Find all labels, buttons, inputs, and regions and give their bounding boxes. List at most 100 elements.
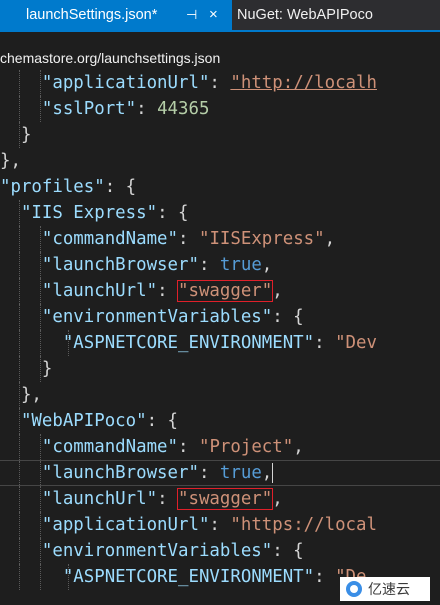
code-line: "launchUrl": "swagger", (0, 278, 440, 304)
tab-nuget-label: NuGet: WebAPIPoco (237, 7, 373, 23)
code-line: } (0, 122, 440, 148)
separator: : { (146, 411, 179, 431)
indent-guide (40, 512, 41, 538)
json-url-value: "https://local (230, 515, 377, 535)
separator: : (198, 463, 220, 483)
json-key: "applicationUrl" (41, 515, 210, 535)
separator: : (314, 333, 336, 353)
json-key: "ASPNETCORE_ENVIRONMENT" (62, 333, 315, 353)
document-tab-bar: launchSettings.json* ⊣ × NuGet: WebAPIPo… (0, 0, 440, 32)
indent-guide (19, 304, 20, 330)
indent-guide (19, 226, 20, 252)
brace: }, (0, 385, 42, 405)
tab-nuget[interactable]: NuGet: WebAPIPoco (237, 0, 373, 30)
close-icon[interactable]: × (209, 0, 218, 30)
json-key: "launchBrowser" (41, 255, 199, 275)
indent-guide (40, 434, 41, 460)
indent-guide (40, 252, 41, 278)
code-line: }, (0, 148, 440, 174)
schema-url: chemastore.org/launchsettings.json (0, 50, 221, 66)
json-key: "commandName" (41, 437, 179, 457)
current-line[interactable]: "launchBrowser": true, (0, 460, 440, 486)
indent-guide (19, 382, 20, 408)
separator: : (178, 437, 199, 457)
comma: , (261, 463, 273, 483)
watermark-text: 亿速云 (368, 581, 410, 597)
highlighted-swagger-value: "swagger" (177, 488, 274, 510)
json-string-value: "Dev (335, 333, 377, 353)
comma: , (293, 437, 304, 457)
separator: : (157, 489, 179, 509)
indent-guide (40, 564, 41, 590)
json-string-value: "Project" (198, 437, 294, 457)
code-line: "commandName": "IISExpress", (0, 226, 440, 252)
indent-guide (40, 356, 41, 382)
code-editor[interactable]: "applicationUrl": "http://localh "sslPor… (0, 70, 440, 605)
code-line: "environmentVariables": { (0, 304, 440, 330)
code-line: "profiles": { (0, 174, 440, 200)
separator: : (209, 73, 231, 93)
indent-guide (19, 252, 20, 278)
indent-guide (19, 122, 20, 148)
indent-guide (40, 461, 41, 485)
indent-guide (40, 538, 41, 564)
json-key: "applicationUrl" (41, 73, 210, 93)
separator: : (209, 515, 231, 535)
brace: } (0, 125, 32, 145)
brace: } (0, 359, 53, 379)
separator: : (136, 99, 158, 119)
code-line: "IIS Express": { (0, 200, 440, 226)
indent-guide (19, 538, 20, 564)
indent-guide (40, 70, 41, 96)
code-line: "WebAPIPoco": { (0, 408, 440, 434)
indent-guide (19, 70, 20, 96)
json-key: "commandName" (41, 229, 179, 249)
indent-guide (68, 564, 69, 590)
json-key: "launchUrl" (41, 489, 158, 509)
separator: : { (157, 203, 189, 223)
indent-guide (19, 408, 20, 434)
json-url-value[interactable]: "http://localh (230, 73, 377, 93)
indent-guide (19, 200, 20, 226)
tab-launchsettings[interactable]: launchSettings.json* ⊣ × (0, 0, 232, 30)
indent-guide (19, 278, 20, 304)
highlighted-swagger-value: "swagger" (177, 280, 274, 302)
code-line: "applicationUrl": "https://local (0, 512, 440, 538)
tab-launchsettings-label: launchSettings.json* (26, 7, 158, 23)
indent-guide (19, 356, 20, 382)
schema-url-bar[interactable]: chemastore.org/launchsettings.json (0, 46, 440, 70)
code-line: "launchUrl": "swagger", (0, 486, 440, 512)
code-line: "environmentVariables": { (0, 538, 440, 564)
watermark-badge: 亿速云 (340, 577, 430, 601)
indent-guide (19, 330, 20, 356)
json-key: "sslPort" (41, 99, 137, 119)
json-key: "profiles" (0, 177, 105, 197)
comma: , (324, 229, 336, 249)
code-line: "launchBrowser": true, (0, 252, 440, 278)
indent-guide (19, 512, 20, 538)
separator: : { (104, 177, 137, 197)
brace: }, (0, 151, 21, 171)
separator: : (157, 281, 179, 301)
separator: : (178, 229, 199, 249)
indent-guide (19, 434, 20, 460)
json-number-value: 44365 (157, 99, 210, 119)
separator: : { (272, 307, 304, 327)
indent-guide (40, 330, 41, 356)
separator: : { (272, 541, 304, 561)
indent-guide (19, 461, 20, 485)
code-line: }, (0, 382, 440, 408)
indent-guide (40, 486, 41, 512)
json-key: "IIS Express" (20, 203, 158, 223)
json-key: "ASPNETCORE_ENVIRONMENT" (62, 567, 315, 587)
json-key: "WebAPIPoco" (20, 411, 147, 431)
indent-guide (68, 330, 69, 356)
pin-icon[interactable]: ⊣ (186, 0, 197, 30)
